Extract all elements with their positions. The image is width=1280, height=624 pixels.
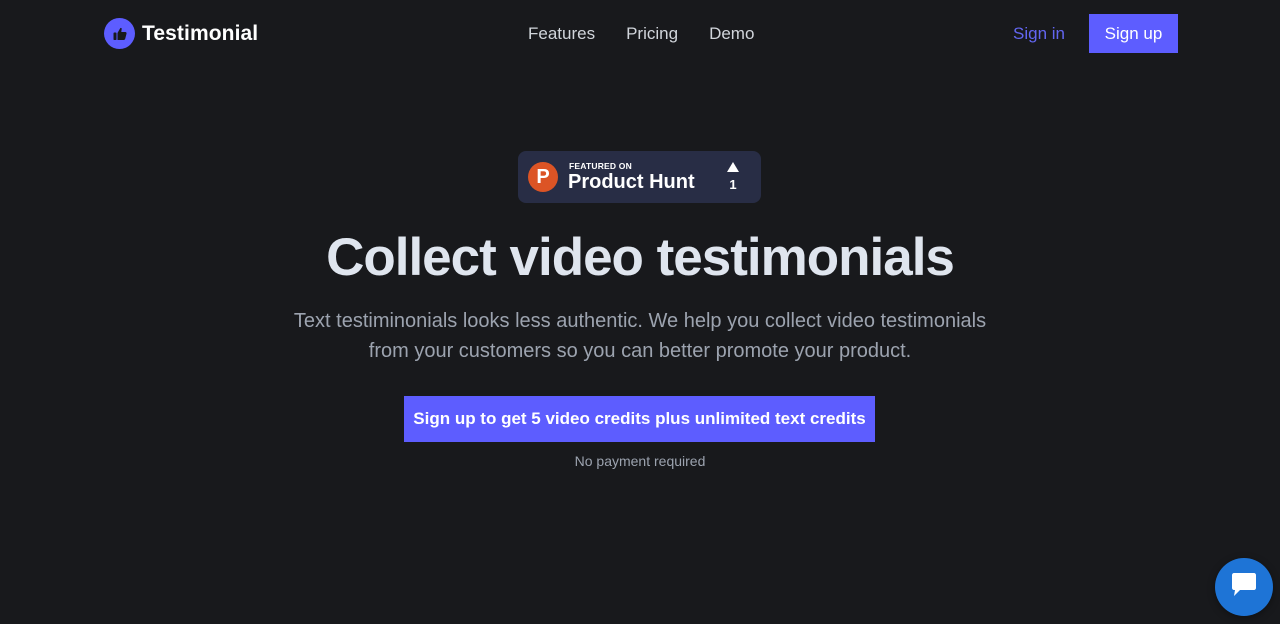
chat-widget-button[interactable] [1215,558,1273,616]
chat-bubble-icon [1229,571,1259,604]
product-hunt-badge[interactable]: P FEATURED ON Product Hunt 1 [518,151,761,203]
hero-subtext: Text testiminonials looks less authentic… [0,306,1280,366]
main-nav: Features Pricing Demo [528,24,785,44]
hero-subtext-line-2: from your customers so you can better pr… [368,340,912,362]
signup-cta-button[interactable]: Sign up to get 5 video credits plus unli… [404,396,875,442]
upvote-arrow-icon [727,162,739,172]
product-hunt-logo-icon: P [528,162,558,192]
sign-up-button[interactable]: Sign up [1089,14,1178,53]
product-hunt-name: Product Hunt [568,171,695,193]
no-payment-note: No payment required [574,453,706,469]
hero-subtext-line-1: Text testiminonials looks less authentic… [293,310,987,332]
nav-link-demo[interactable]: Demo [709,24,754,44]
logo-link[interactable]: Testimonial [104,18,258,49]
sign-in-link[interactable]: Sign in [1013,24,1065,44]
site-header: Testimonial Features Pricing Demo Sign i… [0,0,1280,68]
thumbs-up-icon [104,18,135,49]
product-hunt-featured-label: FEATURED ON [569,161,632,171]
nav-link-features[interactable]: Features [528,24,595,44]
brand-name: Testimonial [142,21,259,45]
nav-link-pricing[interactable]: Pricing [626,24,678,44]
upvote-count: 1 [729,177,737,192]
hero-headline: Collect video testimonials [326,228,955,287]
